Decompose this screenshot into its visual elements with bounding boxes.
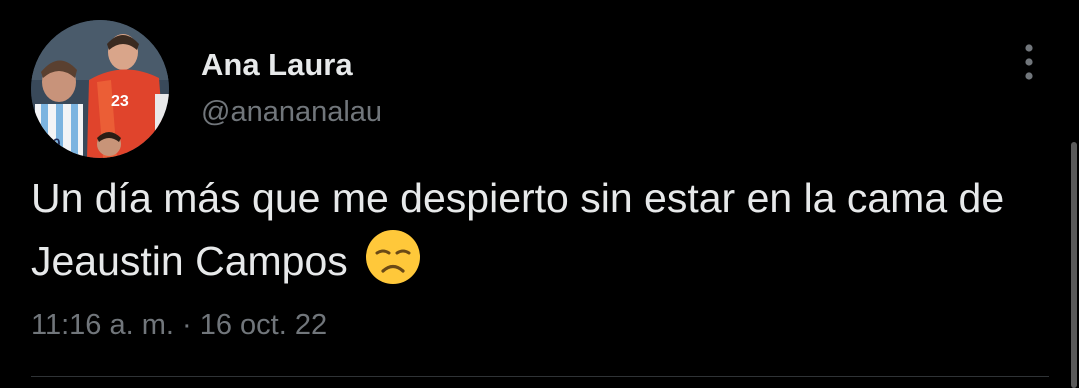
- author-block: Ana Laura @anananalau: [201, 45, 382, 131]
- tweet-text: Un día más que me despierto sin estar en…: [31, 168, 1041, 302]
- more-options-button[interactable]: [1012, 40, 1046, 84]
- scrollbar[interactable]: [1071, 142, 1077, 388]
- disappointed-face-icon: [365, 229, 421, 302]
- divider: [31, 376, 1049, 377]
- tweet: 10 23 Ana Laura @anananalau Un día más q…: [0, 0, 1079, 388]
- svg-text:23: 23: [111, 93, 129, 110]
- svg-text:10: 10: [45, 135, 61, 151]
- tweet-body: Un día más que me despierto sin estar en…: [31, 175, 1005, 284]
- avatar-photo: 10 23: [31, 20, 169, 158]
- timestamp[interactable]: 11:16 a. m. · 16 oct. 22: [31, 306, 327, 344]
- display-name[interactable]: Ana Laura: [201, 45, 382, 85]
- more-vertical-icon: [1025, 44, 1033, 80]
- avatar[interactable]: 10 23: [31, 20, 169, 158]
- user-handle[interactable]: @anananalau: [201, 93, 382, 131]
